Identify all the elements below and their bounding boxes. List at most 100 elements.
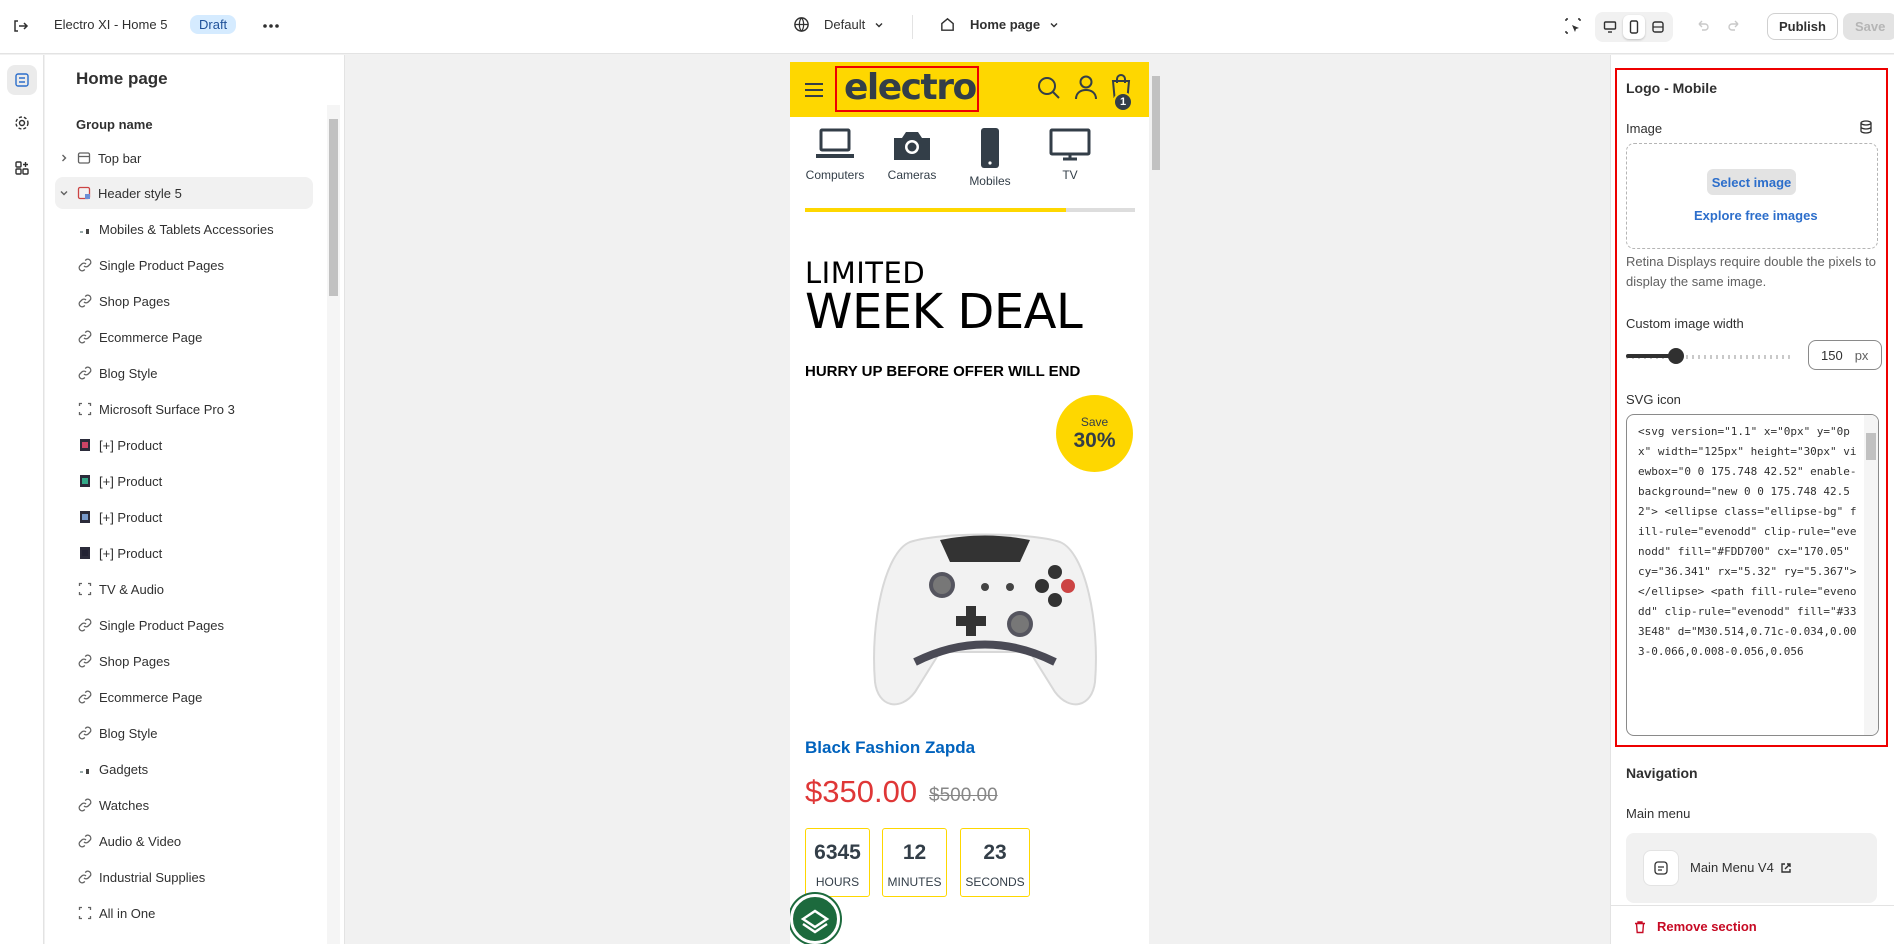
market-select-label: Default <box>824 17 866 32</box>
sidebar-item-label: Single Product Pages <box>99 257 225 273</box>
mobile-view-button[interactable] <box>1623 15 1645 39</box>
category-mobiles[interactable]: Mobiles <box>950 128 1030 188</box>
sidebar-item[interactable]: [+] Product <box>77 465 313 497</box>
category-tv[interactable]: TV <box>1030 128 1110 182</box>
sidebar-item[interactable]: [+] Product <box>77 429 313 461</box>
sidebar-item[interactable]: Watches <box>77 789 313 821</box>
svg-code-textarea[interactable]: <svg version="1.1" x="0px" y="0px" width… <box>1626 414 1879 736</box>
sidebar-item[interactable]: Microsoft Surface Pro 3 <box>77 393 313 425</box>
width-slider-handle[interactable] <box>1667 348 1684 364</box>
category-computers[interactable]: Computers <box>795 128 875 182</box>
countdown-value: 12 <box>902 841 927 864</box>
sidebar-item[interactable]: Audio & Video <box>77 825 313 857</box>
mobile-icon <box>981 128 999 168</box>
sidebar-item[interactable]: Shop Pages <box>77 285 313 317</box>
main-menu-name: Main Menu V4 <box>1690 860 1774 875</box>
hamburger-menu-icon[interactable] <box>804 81 824 99</box>
sidebar-item[interactable]: Single Product Pages <box>77 249 313 281</box>
svg-icon-label: SVG icon <box>1626 392 1681 407</box>
product-thumb-icon <box>77 545 93 561</box>
dashed-frame-icon <box>77 401 93 417</box>
fullscreen-icon <box>1652 21 1664 33</box>
cart-count-badge: 1 <box>1113 92 1133 112</box>
link-icon <box>77 833 93 849</box>
explore-free-images-link[interactable]: Explore free images <box>1694 208 1818 223</box>
preview-scrollbar-thumb[interactable] <box>1152 76 1160 170</box>
market-select[interactable]: Default <box>793 16 885 33</box>
sidebar-item[interactable]: Blog Style <box>77 717 313 749</box>
sidebar-item[interactable]: Shop Pages <box>77 645 313 677</box>
sidebar-item[interactable]: Ecommerce Page <box>77 321 313 353</box>
sidebar-item-label: All in One <box>99 905 156 921</box>
sidebar-item[interactable]: Single Product Pages <box>77 609 313 641</box>
sidebar-item-label: Audio & Video <box>99 833 182 849</box>
desktop-view-button[interactable] <box>1599 15 1621 39</box>
category-scrollbar-fill <box>805 208 1066 212</box>
save-button[interactable]: Save <box>1843 13 1894 40</box>
header-section-icon <box>76 185 92 201</box>
link-icon <box>77 725 93 741</box>
image-thumb-icon <box>77 221 93 237</box>
main-menu-link[interactable]: Main Menu V4 <box>1690 860 1792 875</box>
sections-tab[interactable] <box>7 65 37 95</box>
sidebar-item-label: Industrial Supplies <box>99 869 206 885</box>
code-scrollbar[interactable] <box>1864 415 1878 735</box>
chevron-right-icon <box>62 154 67 162</box>
topbar-divider <box>912 15 913 39</box>
image-dropzone[interactable] <box>1626 143 1878 249</box>
product-name-link[interactable]: Black Fashion Zapda <box>805 738 975 758</box>
category-scrollbar[interactable] <box>805 208 1135 212</box>
undo-icon[interactable] <box>1695 18 1711 34</box>
sidebar-scrollbar-thumb[interactable] <box>329 119 338 296</box>
floating-app-button[interactable] <box>790 894 840 944</box>
sidebar-item[interactable]: [+] Product <box>77 537 313 569</box>
sidebar-item[interactable]: [+] Product <box>77 501 313 533</box>
redo-icon[interactable] <box>1726 18 1742 34</box>
sidebar-item-label: Microsoft Surface Pro 3 <box>99 401 235 417</box>
save-button-label: Save <box>1843 13 1894 40</box>
theme-settings-tab[interactable] <box>7 108 37 138</box>
trash-icon <box>1635 920 1645 933</box>
account-icon[interactable] <box>1073 74 1099 100</box>
inspector-icon[interactable] <box>1565 18 1581 34</box>
product-thumb-icon <box>77 473 93 489</box>
width-input[interactable]: 150 px <box>1808 340 1882 370</box>
chevron-down-icon <box>1050 22 1058 27</box>
navigation-heading: Navigation <box>1626 765 1698 781</box>
sidebar-item[interactable]: Gadgets <box>77 753 313 785</box>
sidebar-item[interactable]: TV & Audio <box>77 573 313 605</box>
product-old-price: $500.00 <box>929 785 998 806</box>
preview-scrollbar[interactable] <box>1149 62 1163 944</box>
sidebar-item-top-bar[interactable]: Top bar <box>55 142 310 174</box>
sidebar-item-label: Mobiles & Tablets Accessories <box>99 221 274 237</box>
sidebar-item[interactable]: Mobiles & Tablets Accessories <box>77 213 313 245</box>
menu-icon <box>1643 850 1679 886</box>
select-image-button[interactable]: Select image <box>1707 169 1796 195</box>
image-thumb-icon <box>77 761 93 777</box>
page-select[interactable]: Home page <box>939 16 1060 33</box>
category-label: Computers <box>805 168 865 182</box>
apps-tab[interactable] <box>7 153 37 183</box>
dynamic-source-icon[interactable] <box>1858 119 1874 135</box>
site-logo[interactable]: electro <box>844 67 977 108</box>
sections-icon <box>15 73 29 87</box>
chevron-down-icon <box>60 191 68 196</box>
countdown-seconds: 23 SECONDS <box>960 828 1030 897</box>
category-cameras[interactable]: Cameras <box>872 128 952 182</box>
exit-icon[interactable] <box>11 17 29 35</box>
width-input-value: 150 <box>1821 347 1843 363</box>
width-input-unit: px <box>1854 347 1869 363</box>
sidebar-item[interactable]: Blog Style <box>77 357 313 389</box>
code-scrollbar-thumb[interactable] <box>1866 433 1876 460</box>
search-icon[interactable] <box>1036 75 1062 101</box>
sidebar-item[interactable]: All in One <box>77 897 313 929</box>
sidebar-item[interactable]: Ecommerce Page <box>77 681 313 713</box>
product-image[interactable] <box>870 512 1100 712</box>
remove-section-button[interactable]: Remove section <box>1633 919 1757 934</box>
sidebar-item[interactable]: Industrial Supplies <box>77 861 313 893</box>
full-width-view-button[interactable] <box>1647 15 1669 39</box>
sidebar-item-header-style-5[interactable]: Header style 5 <box>55 177 313 209</box>
more-actions-icon[interactable] <box>262 17 280 35</box>
link-icon <box>77 689 93 705</box>
publish-button[interactable]: Publish <box>1767 13 1838 40</box>
